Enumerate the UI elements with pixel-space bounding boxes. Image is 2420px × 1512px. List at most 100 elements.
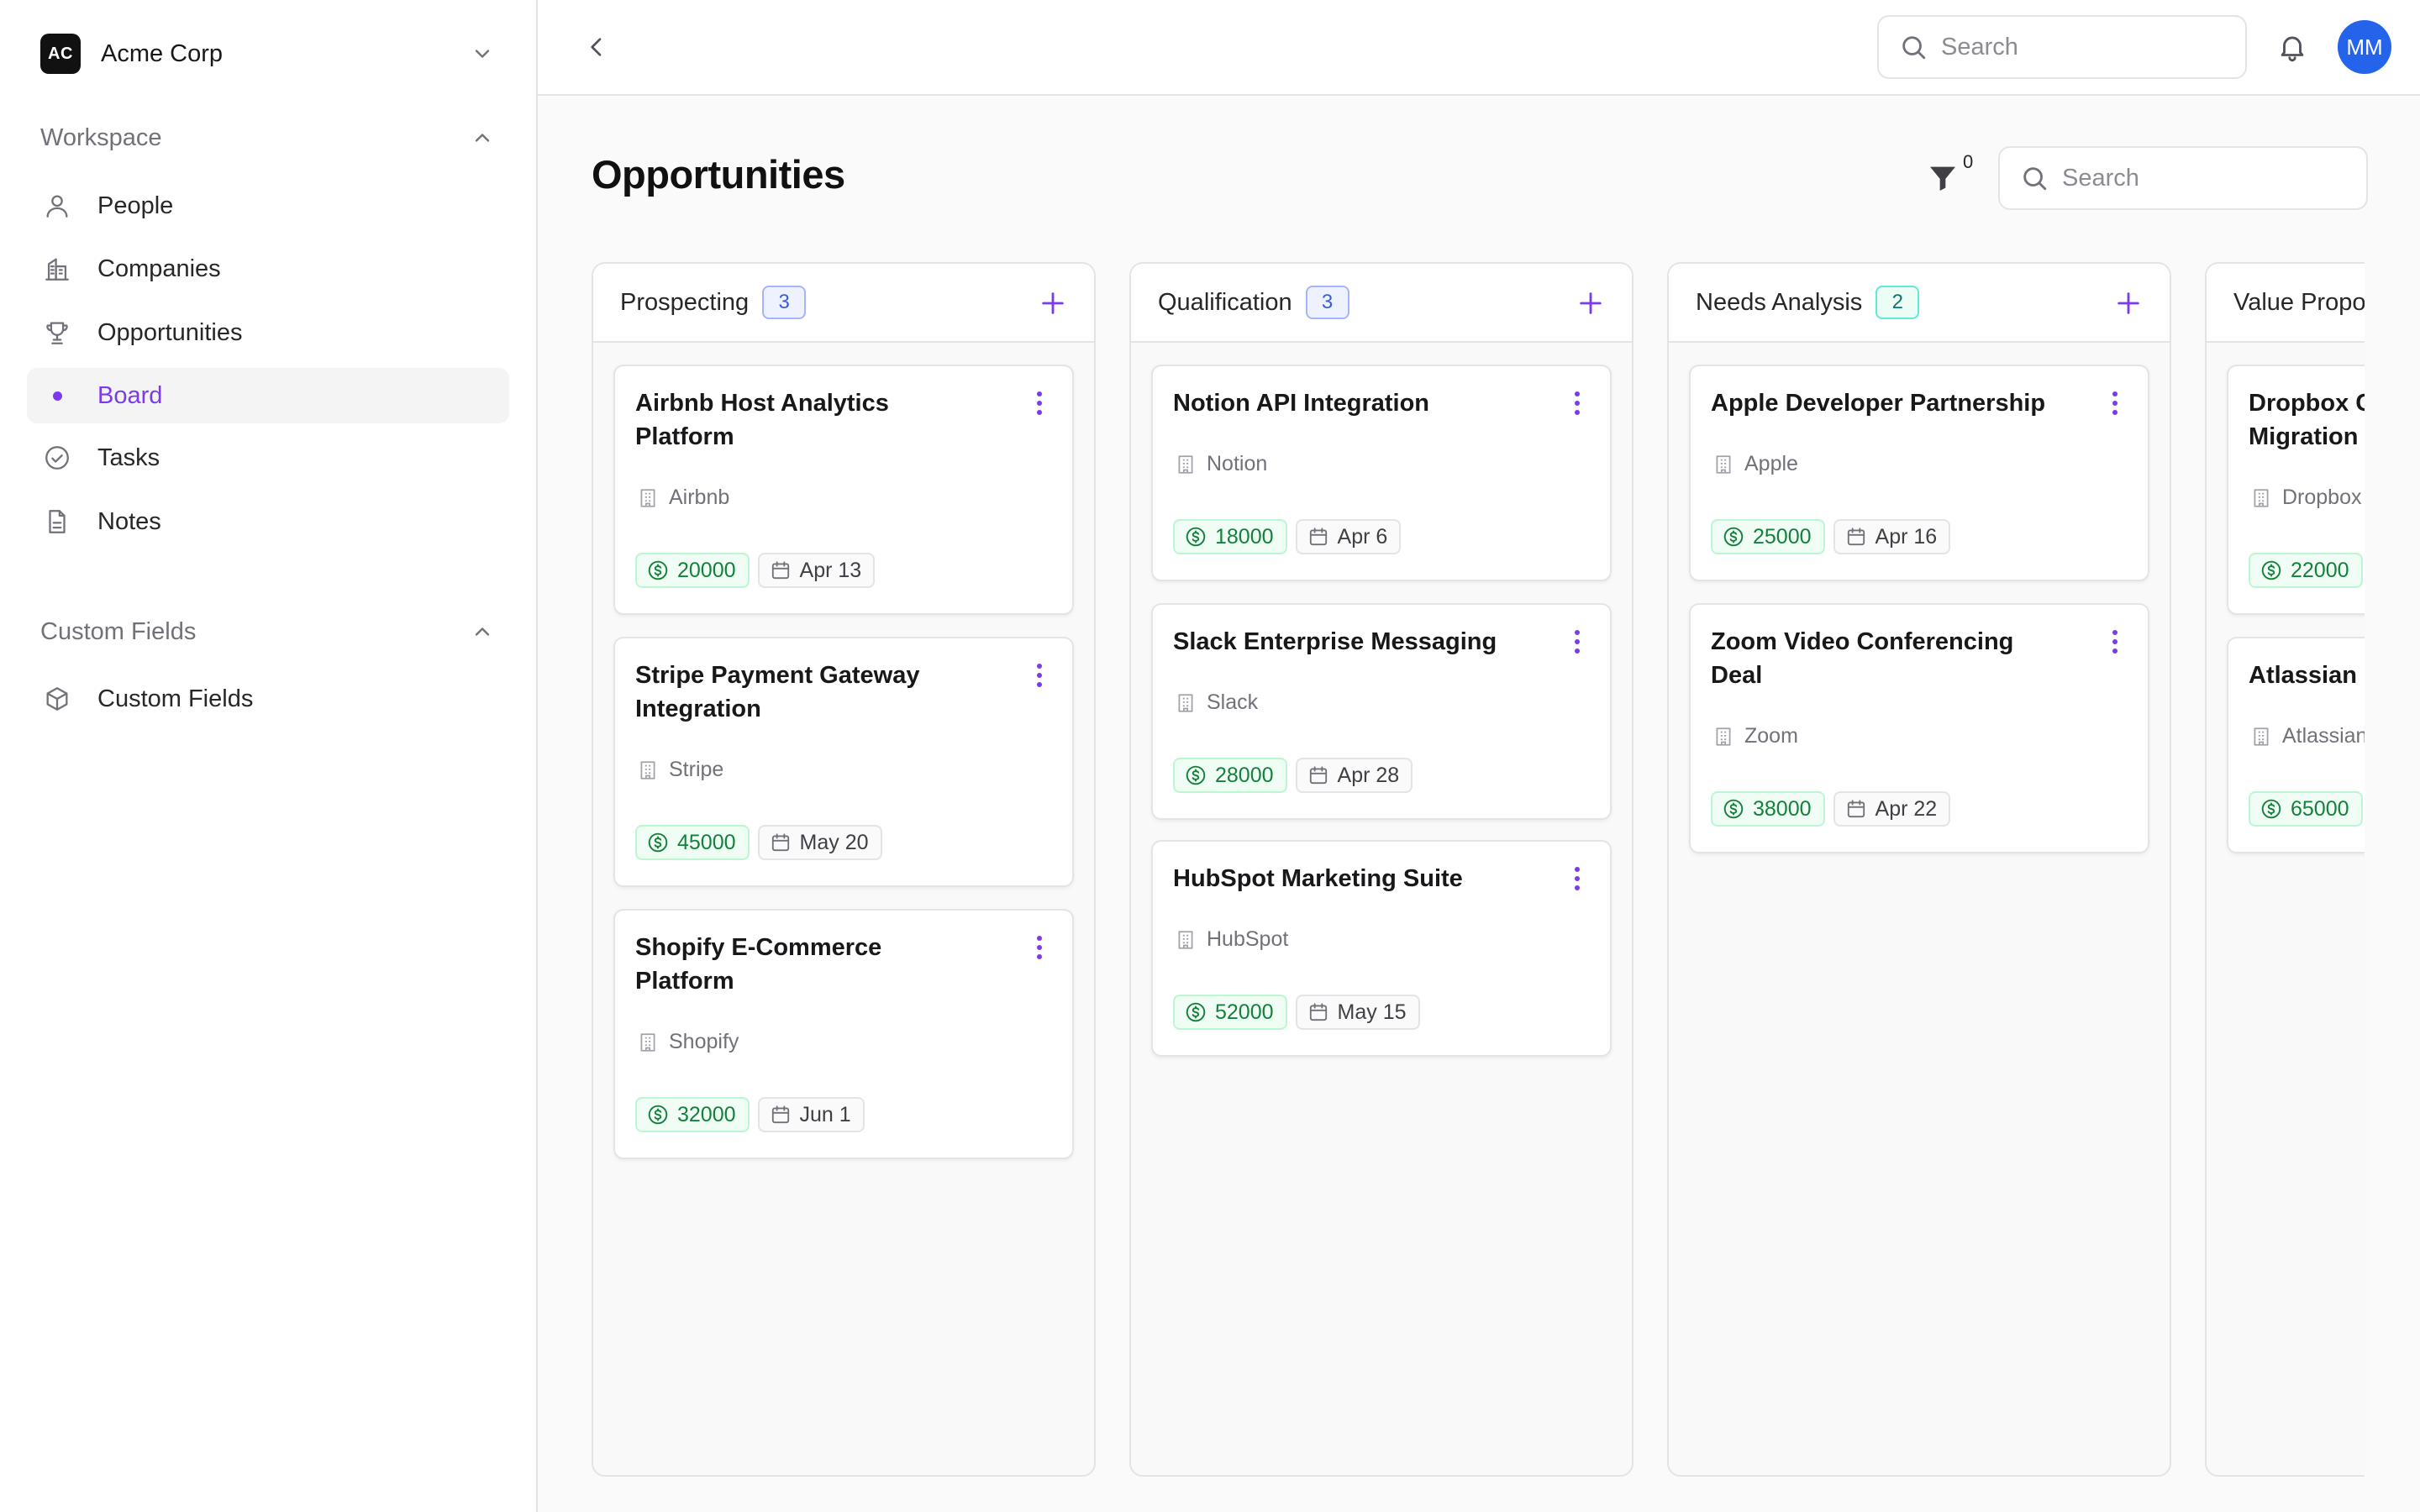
trophy-icon xyxy=(42,318,72,348)
amount-value: 45000 xyxy=(677,830,736,854)
card-menu-button[interactable] xyxy=(1565,864,1590,894)
column-header: Needs Analysis 2 xyxy=(1669,264,2170,343)
opportunity-card[interactable]: Apple Developer Partnership Apple 25000 xyxy=(1689,365,2149,581)
dollar-circle-icon xyxy=(1186,1002,1206,1022)
document-icon xyxy=(42,507,72,537)
topbar: MM xyxy=(538,0,2420,96)
card-menu-button[interactable] xyxy=(1565,627,1590,657)
calendar-icon xyxy=(1309,1003,1327,1021)
company-name: HubSpot xyxy=(1207,927,1289,951)
card-pills: 18000 Apr 6 xyxy=(1173,519,1409,554)
plus-icon[interactable] xyxy=(1576,289,1605,318)
card-menu-button[interactable] xyxy=(2102,627,2128,657)
opportunity-card[interactable]: Airbnb Host Analytics Platform Airbnb 20… xyxy=(613,365,1074,615)
board-search[interactable] xyxy=(1998,146,2368,210)
card-title: Notion API Integration xyxy=(1173,390,1430,417)
card-pills: 38000 Apr 22 xyxy=(1711,791,1959,827)
card-menu-button[interactable] xyxy=(2102,388,2128,418)
sidebar-item-notes[interactable]: Notes xyxy=(27,494,509,549)
opportunity-card[interactable]: HubSpot Marketing Suite HubSpot 52000 Ma… xyxy=(1151,840,1612,1057)
dollar-circle-icon xyxy=(648,560,668,580)
card-company: Atlassian xyxy=(2250,724,2365,748)
card-pills: 20000 Apr 13 xyxy=(635,553,883,588)
more-vertical-icon xyxy=(1037,936,1042,959)
card-menu-button[interactable] xyxy=(1027,388,1052,418)
sidebar-item-label: Opportunities xyxy=(97,318,243,346)
sidebar-item-tasks[interactable]: Tasks xyxy=(27,430,509,486)
card-company: Slack xyxy=(1175,690,1258,715)
date-pill: May 20 xyxy=(757,825,882,860)
opportunity-card[interactable]: Slack Enterprise Messaging Slack 28000 A… xyxy=(1151,603,1612,820)
more-vertical-icon xyxy=(1575,867,1580,890)
opportunity-card[interactable]: Atlassian D Atlassian 65000 xyxy=(2227,637,2365,853)
column-header: Qualification 3 xyxy=(1131,264,1632,343)
date-value: Jun 1 xyxy=(799,1102,851,1126)
amount-pill: 22000 xyxy=(2249,553,2363,588)
calendar-icon xyxy=(1309,528,1327,546)
date-pill: Apr 28 xyxy=(1295,758,1413,793)
more-vertical-icon xyxy=(1037,664,1042,687)
amount-value: 22000 xyxy=(2291,558,2349,582)
date-value: Apr 16 xyxy=(1875,524,1938,549)
back-button[interactable] xyxy=(580,30,613,64)
building-icon xyxy=(1716,727,1731,746)
column-count-badge: 2 xyxy=(1876,286,1920,319)
date-value: May 15 xyxy=(1337,1000,1407,1024)
opportunity-card[interactable]: Zoom Video Conferencing Deal Zoom 38000 xyxy=(1689,603,2149,853)
custom-fields-section-header[interactable]: Custom Fields xyxy=(40,615,494,648)
card-title: Stripe Payment Gateway Integration xyxy=(635,662,920,722)
avatar[interactable]: MM xyxy=(2338,20,2391,74)
card-pills: 52000 May 15 xyxy=(1173,995,1428,1030)
chevron-left-icon xyxy=(591,38,602,56)
company-name: Zoom xyxy=(1744,724,1798,748)
column-title: Qualification xyxy=(1158,288,1292,316)
column-title: Needs Analysis xyxy=(1696,288,1863,316)
calendar-icon xyxy=(771,561,789,580)
building-icon xyxy=(1716,454,1731,474)
notifications-button[interactable] xyxy=(2274,29,2311,66)
org-switcher[interactable]: AC Acme Corp xyxy=(40,32,494,76)
amount-pill: 32000 xyxy=(635,1097,750,1132)
company-name: Atlassian xyxy=(2282,724,2365,748)
dollar-circle-icon xyxy=(2261,560,2281,580)
filter-button[interactable]: 0 xyxy=(1926,151,1973,202)
card-pills: 22000 xyxy=(2249,553,2365,588)
search-icon xyxy=(1902,36,1926,60)
column-needs-analysis: Needs Analysis 2 Apple Developer Partner… xyxy=(1667,262,2171,1477)
building-icon xyxy=(2254,488,2269,507)
column-header: Prospecting 3 xyxy=(593,264,1094,343)
dollar-circle-icon xyxy=(1186,765,1206,785)
card-menu-button[interactable] xyxy=(1565,388,1590,418)
sidebar-item-board[interactable]: Board xyxy=(27,368,509,423)
date-value: Apr 28 xyxy=(1337,763,1400,787)
card-menu-button[interactable] xyxy=(1027,932,1052,963)
column-header: Value Propo xyxy=(2207,264,2365,343)
sidebar: AC Acme Corp Workspace People Companies … xyxy=(0,0,538,1512)
dollar-circle-icon xyxy=(2261,799,2281,819)
sidebar-item-companies[interactable]: Companies xyxy=(27,241,509,297)
amount-value: 32000 xyxy=(677,1102,736,1126)
plus-icon[interactable] xyxy=(1039,289,1067,318)
card-title: HubSpot Marketing Suite xyxy=(1173,865,1463,892)
opportunity-card[interactable]: Stripe Payment Gateway Integration Strip… xyxy=(613,637,1074,887)
plus-icon[interactable] xyxy=(2114,289,2143,318)
sidebar-item-people[interactable]: People xyxy=(27,178,509,234)
sidebar-item-custom-fields[interactable]: Custom Fields xyxy=(27,671,509,727)
opportunity-card[interactable]: Dropbox C Migration Dropbox 22000 xyxy=(2227,365,2365,615)
card-title: Dropbox C Migration xyxy=(2249,390,2365,450)
sidebar-item-opportunities[interactable]: Opportunities xyxy=(27,305,509,360)
card-menu-button[interactable] xyxy=(1027,660,1052,690)
opportunity-card[interactable]: Notion API Integration Notion 18000 Apr … xyxy=(1151,365,1612,581)
building-icon xyxy=(1178,930,1193,949)
amount-pill: 20000 xyxy=(635,553,750,588)
date-pill: Jun 1 xyxy=(757,1097,865,1132)
global-search[interactable] xyxy=(1877,15,2247,79)
board-search-input[interactable] xyxy=(2062,164,2348,192)
date-pill: Apr 6 xyxy=(1295,519,1402,554)
opportunity-card[interactable]: Shopify E-Commerce Platform Shopify 3200… xyxy=(613,909,1074,1159)
dollar-circle-icon xyxy=(648,1105,668,1125)
company-name: Airbnb xyxy=(669,486,730,509)
more-vertical-icon xyxy=(1575,391,1580,415)
workspace-section-header[interactable]: Workspace xyxy=(40,121,494,155)
global-search-input[interactable] xyxy=(1941,33,2227,61)
